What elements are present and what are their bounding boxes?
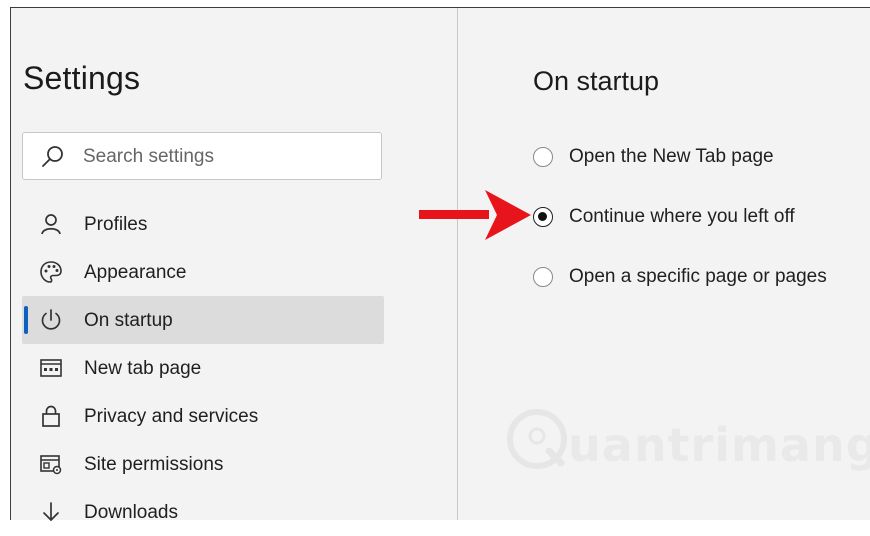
sidebar-item-label: On startup (84, 310, 173, 331)
panel-divider (457, 8, 458, 520)
sidebar-item-privacy-and-services[interactable]: Privacy and services (22, 392, 384, 440)
sidebar-item-on-startup[interactable]: On startup (22, 296, 384, 344)
new-tab-page-icon (39, 356, 63, 385)
search-icon (41, 145, 65, 174)
site-permissions-icon (39, 452, 63, 481)
sidebar-item-downloads[interactable]: Downloads (22, 488, 384, 536)
option-label: Open the New Tab page (569, 146, 774, 167)
page-title: Settings (23, 60, 141, 96)
sidebar-item-site-permissions[interactable]: Site permissions (22, 440, 384, 488)
sidebar-item-label: Privacy and services (84, 406, 259, 427)
sidebar-item-label: Site permissions (84, 454, 224, 475)
profile-icon (39, 212, 63, 241)
radio-button[interactable] (533, 147, 553, 167)
radio-button[interactable] (533, 267, 553, 287)
sidebar-item-new-tab-page[interactable]: New tab page (22, 344, 384, 392)
settings-window: Settings Search settings Profiles Appear… (10, 7, 870, 523)
sidebar-item-profiles[interactable]: Profiles (22, 200, 384, 248)
radio-dot (538, 212, 547, 221)
power-icon (39, 308, 63, 337)
watermark: uantrimang (506, 408, 870, 475)
search-input[interactable]: Search settings (22, 132, 382, 180)
sidebar-item-label: Appearance (84, 262, 187, 283)
download-arrow-icon (39, 500, 63, 529)
option-label: Open a specific page or pages (569, 266, 827, 287)
lock-icon (39, 404, 63, 433)
palette-icon (39, 260, 63, 289)
sidebar-item-label: Downloads (84, 502, 178, 523)
search-placeholder: Search settings (83, 146, 214, 167)
red-arrow-annotation (419, 188, 531, 247)
watermark-text: uantrimang (568, 418, 870, 472)
sidebar-item-label: New tab page (84, 358, 202, 379)
option-label: Continue where you left off (569, 206, 795, 227)
active-indicator (24, 306, 28, 334)
sidebar-item-appearance[interactable]: Appearance (22, 248, 384, 296)
watermark-logo-icon (507, 409, 567, 469)
sidebar-item-label: Profiles (84, 214, 148, 235)
radio-button-selected[interactable] (533, 207, 553, 227)
section-title: On startup (533, 66, 660, 96)
